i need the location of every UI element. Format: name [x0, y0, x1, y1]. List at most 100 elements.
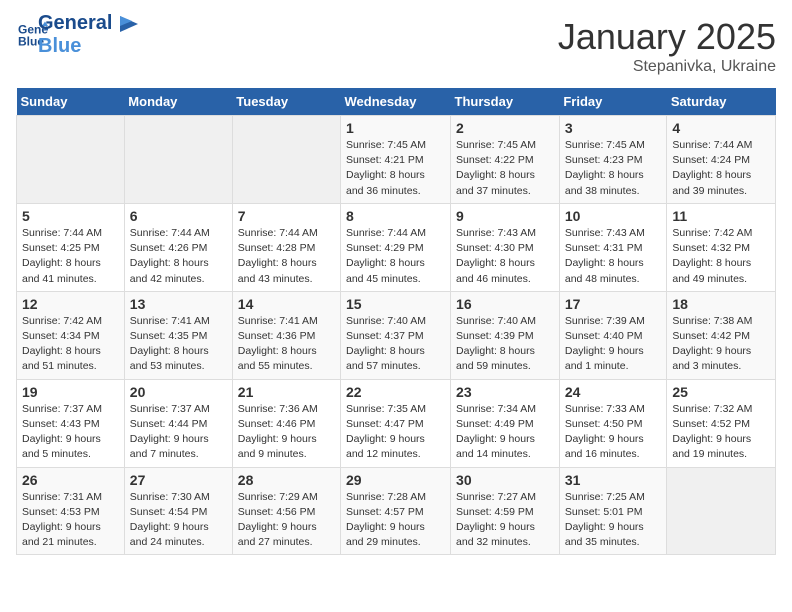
- day-info: Sunrise: 7:35 AM Sunset: 4:47 PM Dayligh…: [346, 402, 445, 463]
- day-number: 14: [238, 296, 335, 312]
- calendar-cell: 13 Sunrise: 7:41 AM Sunset: 4:35 PM Dayli…: [124, 291, 232, 379]
- day-info: Sunrise: 7:44 AM Sunset: 4:25 PM Dayligh…: [22, 226, 119, 287]
- day-info: Sunrise: 7:44 AM Sunset: 4:26 PM Dayligh…: [130, 226, 227, 287]
- day-info: Sunrise: 7:38 AM Sunset: 4:42 PM Dayligh…: [672, 314, 770, 375]
- day-info: Sunrise: 7:43 AM Sunset: 4:30 PM Dayligh…: [456, 226, 554, 287]
- calendar-week-5: 26 Sunrise: 7:31 AM Sunset: 4:53 PM Dayli…: [17, 467, 776, 555]
- calendar-cell: 19Sunrise: 7:37 AM Sunset: 4:43 PM Dayli…: [17, 379, 125, 467]
- day-number: 22: [346, 384, 445, 400]
- day-number: 12: [22, 296, 119, 312]
- calendar-cell: 24 Sunrise: 7:33 AM Sunset: 4:50 PM Dayli…: [559, 379, 667, 467]
- day-number: 31: [565, 472, 662, 488]
- day-number: 5: [22, 208, 119, 224]
- calendar-cell: 12 Sunrise: 7:42 AM Sunset: 4:34 PM Dayli…: [17, 291, 125, 379]
- day-info: Sunrise: 7:40 AM Sunset: 4:39 PM Dayligh…: [456, 314, 554, 375]
- day-info: Sunrise: 7:44 AM Sunset: 4:28 PM Dayligh…: [238, 226, 335, 287]
- calendar-cell: 1 Sunrise: 7:45 AM Sunset: 4:21 PM Daylig…: [341, 116, 451, 204]
- calendar-cell: 7 Sunrise: 7:44 AM Sunset: 4:28 PM Daylig…: [232, 203, 340, 291]
- calendar-cell: 30Sunrise: 7:27 AM Sunset: 4:59 PM Dayli…: [451, 467, 560, 555]
- day-number: 8: [346, 208, 445, 224]
- calendar-cell: 8Sunrise: 7:44 AM Sunset: 4:29 PM Daylig…: [341, 203, 451, 291]
- day-info: Sunrise: 7:42 AM Sunset: 4:32 PM Dayligh…: [672, 226, 770, 287]
- calendar-cell: 28 Sunrise: 7:29 AM Sunset: 4:56 PM Dayli…: [232, 467, 340, 555]
- day-info: Sunrise: 7:29 AM Sunset: 4:56 PM Dayligh…: [238, 490, 335, 551]
- page-header: General Blue General Blue January 2025 S…: [16, 16, 776, 76]
- calendar-cell: 26 Sunrise: 7:31 AM Sunset: 4:53 PM Dayli…: [17, 467, 125, 555]
- day-number: 2: [456, 120, 554, 136]
- calendar-week-3: 12 Sunrise: 7:42 AM Sunset: 4:34 PM Dayli…: [17, 291, 776, 379]
- calendar-cell: 22 Sunrise: 7:35 AM Sunset: 4:47 PM Dayli…: [341, 379, 451, 467]
- calendar-cell: 18 Sunrise: 7:38 AM Sunset: 4:42 PM Dayli…: [667, 291, 776, 379]
- day-info: Sunrise: 7:41 AM Sunset: 4:35 PM Dayligh…: [130, 314, 227, 375]
- calendar-cell: [124, 116, 232, 204]
- day-info: Sunrise: 7:44 AM Sunset: 4:24 PM Dayligh…: [672, 138, 770, 199]
- calendar-cell: 21Sunrise: 7:36 AM Sunset: 4:46 PM Dayli…: [232, 379, 340, 467]
- calendar-table: SundayMondayTuesdayWednesdayThursdayFrid…: [16, 88, 776, 555]
- day-info: Sunrise: 7:37 AM Sunset: 4:44 PM Dayligh…: [130, 402, 227, 463]
- day-number: 25: [672, 384, 770, 400]
- calendar-cell: [667, 467, 776, 555]
- day-info: Sunrise: 7:27 AM Sunset: 4:59 PM Dayligh…: [456, 490, 554, 551]
- day-number: 16: [456, 296, 554, 312]
- weekday-header-saturday: Saturday: [667, 88, 776, 116]
- weekday-header-tuesday: Tuesday: [232, 88, 340, 116]
- day-number: 10: [565, 208, 662, 224]
- day-number: 27: [130, 472, 227, 488]
- weekday-header-sunday: Sunday: [17, 88, 125, 116]
- day-number: 17: [565, 296, 662, 312]
- day-info: Sunrise: 7:45 AM Sunset: 4:22 PM Dayligh…: [456, 138, 554, 199]
- day-info: Sunrise: 7:30 AM Sunset: 4:54 PM Dayligh…: [130, 490, 227, 551]
- calendar-cell: 31Sunrise: 7:25 AM Sunset: 5:01 PM Dayli…: [559, 467, 667, 555]
- day-number: 28: [238, 472, 335, 488]
- calendar-cell: 6 Sunrise: 7:44 AM Sunset: 4:26 PM Daylig…: [124, 203, 232, 291]
- calendar-week-4: 19Sunrise: 7:37 AM Sunset: 4:43 PM Dayli…: [17, 379, 776, 467]
- weekday-header-thursday: Thursday: [451, 88, 560, 116]
- calendar-cell: 23 Sunrise: 7:34 AM Sunset: 4:49 PM Dayli…: [451, 379, 560, 467]
- calendar-week-2: 5 Sunrise: 7:44 AM Sunset: 4:25 PM Daylig…: [17, 203, 776, 291]
- day-info: Sunrise: 7:42 AM Sunset: 4:34 PM Dayligh…: [22, 314, 119, 375]
- calendar-cell: 3Sunrise: 7:45 AM Sunset: 4:23 PM Daylig…: [559, 116, 667, 204]
- calendar-cell: 10 Sunrise: 7:43 AM Sunset: 4:31 PM Dayli…: [559, 203, 667, 291]
- calendar-cell: [232, 116, 340, 204]
- day-number: 24: [565, 384, 662, 400]
- day-info: Sunrise: 7:41 AM Sunset: 4:36 PM Dayligh…: [238, 314, 335, 375]
- month-title: January 2025: [558, 16, 776, 58]
- logo-general: General: [38, 12, 138, 35]
- day-info: Sunrise: 7:43 AM Sunset: 4:31 PM Dayligh…: [565, 226, 662, 287]
- day-number: 1: [346, 120, 445, 136]
- calendar-cell: 27 Sunrise: 7:30 AM Sunset: 4:54 PM Dayli…: [124, 467, 232, 555]
- day-number: 23: [456, 384, 554, 400]
- calendar-cell: 11Sunrise: 7:42 AM Sunset: 4:32 PM Dayli…: [667, 203, 776, 291]
- title-block: January 2025 Stepanivka, Ukraine: [558, 16, 776, 76]
- day-info: Sunrise: 7:39 AM Sunset: 4:40 PM Dayligh…: [565, 314, 662, 375]
- day-number: 29: [346, 472, 445, 488]
- day-number: 19: [22, 384, 119, 400]
- logo: General Blue General Blue: [16, 16, 138, 58]
- day-info: Sunrise: 7:32 AM Sunset: 4:52 PM Dayligh…: [672, 402, 770, 463]
- day-number: 18: [672, 296, 770, 312]
- calendar-cell: 5 Sunrise: 7:44 AM Sunset: 4:25 PM Daylig…: [17, 203, 125, 291]
- day-info: Sunrise: 7:31 AM Sunset: 4:53 PM Dayligh…: [22, 490, 119, 551]
- day-number: 7: [238, 208, 335, 224]
- day-number: 26: [22, 472, 119, 488]
- day-number: 15: [346, 296, 445, 312]
- day-number: 13: [130, 296, 227, 312]
- calendar-cell: 2 Sunrise: 7:45 AM Sunset: 4:22 PM Daylig…: [451, 116, 560, 204]
- weekday-header-monday: Monday: [124, 88, 232, 116]
- day-number: 6: [130, 208, 227, 224]
- calendar-cell: [17, 116, 125, 204]
- calendar-cell: 14 Sunrise: 7:41 AM Sunset: 4:36 PM Dayli…: [232, 291, 340, 379]
- calendar-header-row: SundayMondayTuesdayWednesdayThursdayFrid…: [17, 88, 776, 116]
- calendar-cell: 16 Sunrise: 7:40 AM Sunset: 4:39 PM Dayli…: [451, 291, 560, 379]
- day-number: 21: [238, 384, 335, 400]
- location: Stepanivka, Ukraine: [558, 58, 776, 76]
- day-info: Sunrise: 7:33 AM Sunset: 4:50 PM Dayligh…: [565, 402, 662, 463]
- calendar-week-1: 1 Sunrise: 7:45 AM Sunset: 4:21 PM Daylig…: [17, 116, 776, 204]
- day-info: Sunrise: 7:34 AM Sunset: 4:49 PM Dayligh…: [456, 402, 554, 463]
- day-info: Sunrise: 7:45 AM Sunset: 4:23 PM Dayligh…: [565, 138, 662, 199]
- day-number: 9: [456, 208, 554, 224]
- weekday-header-wednesday: Wednesday: [341, 88, 451, 116]
- calendar-cell: 20Sunrise: 7:37 AM Sunset: 4:44 PM Dayli…: [124, 379, 232, 467]
- calendar-cell: 29Sunrise: 7:28 AM Sunset: 4:57 PM Dayli…: [341, 467, 451, 555]
- day-info: Sunrise: 7:45 AM Sunset: 4:21 PM Dayligh…: [346, 138, 445, 199]
